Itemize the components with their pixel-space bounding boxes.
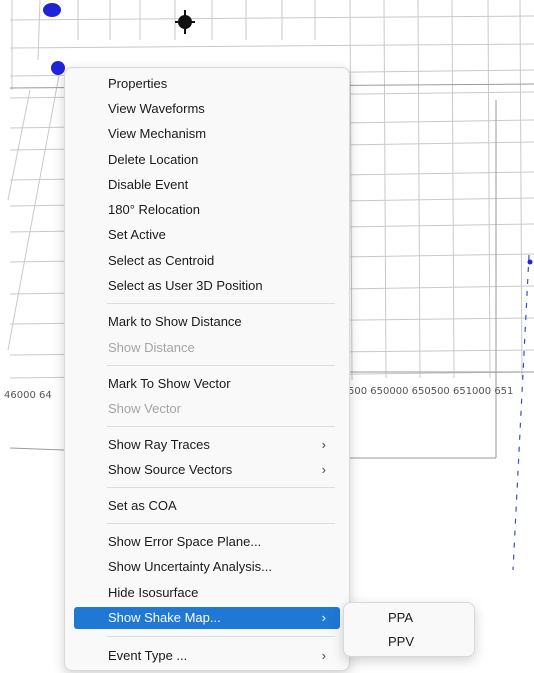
menu-item-show-distance: Show Distance xyxy=(74,336,340,360)
menu-item-delete-location[interactable]: Delete Location xyxy=(74,148,340,172)
menu-item-select-as-centroid[interactable]: Select as Centroid xyxy=(74,249,340,273)
menu-item-event-type[interactable]: Event Type ... › xyxy=(74,644,340,668)
menu-separator xyxy=(107,426,335,427)
menu-item-hide-isosurface[interactable]: Hide Isosurface xyxy=(74,581,340,605)
shake-map-submenu: PPA PPV xyxy=(343,602,475,657)
menu-item-label: Show Source Vectors xyxy=(108,462,233,477)
menu-item-properties[interactable]: Properties xyxy=(74,72,340,96)
menu-item-label: 180° Relocation xyxy=(108,202,200,217)
event-marker-blue[interactable] xyxy=(51,61,65,75)
menu-item-label: Set Active xyxy=(108,227,166,242)
menu-item-label: Show Vector xyxy=(108,401,181,416)
menu-item-set-active[interactable]: Set Active xyxy=(74,223,340,247)
submenu-item-label: PPV xyxy=(388,634,415,649)
dashed-vertical-line xyxy=(512,254,530,571)
submenu-item-label: PPA xyxy=(388,610,414,625)
menu-item-disable-event[interactable]: Disable Event xyxy=(74,173,340,197)
menu-separator xyxy=(107,303,335,304)
menu-item-label: Show Distance xyxy=(108,340,195,355)
menu-item-label: Disable Event xyxy=(108,177,189,192)
menu-item-180-relocation[interactable]: 180° Relocation xyxy=(74,198,340,222)
menu-item-label: Show Ray Traces xyxy=(108,437,210,452)
menu-separator xyxy=(107,523,335,524)
menu-separator xyxy=(107,636,335,637)
context-menu: Properties View Waveforms View Mechanism… xyxy=(64,67,350,671)
chevron-right-icon: › xyxy=(321,462,326,477)
axis-label-right: 500 650000 650500 651000 651 xyxy=(348,386,514,397)
menu-item-label: Show Shake Map... xyxy=(108,610,221,625)
menu-item-label: Delete Location xyxy=(108,152,199,167)
menu-item-label: Show Error Space Plane... xyxy=(108,534,262,549)
menu-item-show-shake-map[interactable]: Show Shake Map... › xyxy=(74,607,340,629)
menu-item-view-mechanism[interactable]: View Mechanism xyxy=(74,122,340,146)
menu-separator xyxy=(107,365,335,366)
menu-item-show-error-space-plane[interactable]: Show Error Space Plane... xyxy=(74,530,340,554)
menu-item-show-ray-traces[interactable]: Show Ray Traces › xyxy=(74,433,340,457)
menu-item-show-uncertainty-analysis[interactable]: Show Uncertainty Analysis... xyxy=(74,555,340,579)
menu-item-label: Select as Centroid xyxy=(108,253,215,268)
submenu-item-ppa[interactable]: PPA xyxy=(350,607,468,629)
menu-item-label: View Mechanism xyxy=(108,126,207,141)
menu-item-mark-to-show-vector[interactable]: Mark To Show Vector xyxy=(74,372,340,396)
menu-item-label: Event Type ... xyxy=(108,648,188,663)
submenu-item-ppv[interactable]: PPV xyxy=(350,631,468,653)
chevron-right-icon: › xyxy=(321,610,326,625)
menu-separator xyxy=(107,487,335,488)
station-marker-icon[interactable] xyxy=(175,10,195,34)
chevron-right-icon: › xyxy=(321,437,326,452)
menu-item-show-source-vectors[interactable]: Show Source Vectors › xyxy=(74,458,340,482)
event-marker-small-right[interactable] xyxy=(527,259,533,265)
menu-item-label: Show Uncertainty Analysis... xyxy=(108,559,273,574)
menu-item-label: Select as User 3D Position xyxy=(108,278,263,293)
menu-item-label: View Waveforms xyxy=(108,101,205,116)
menu-item-label: Set as COA xyxy=(108,498,177,513)
menu-item-view-waveforms[interactable]: View Waveforms xyxy=(74,97,340,121)
menu-item-label: Properties xyxy=(108,76,168,91)
menu-item-label: Mark To Show Vector xyxy=(108,376,231,391)
menu-item-mark-to-show-distance[interactable]: Mark to Show Distance xyxy=(74,310,340,334)
chevron-right-icon: › xyxy=(321,648,326,663)
event-marker-blue-top[interactable] xyxy=(43,3,61,17)
axis-label-left: 46000 64 xyxy=(4,390,52,401)
menu-item-select-as-user-3d-position[interactable]: Select as User 3D Position xyxy=(74,274,340,298)
menu-item-set-as-coa[interactable]: Set as COA xyxy=(74,494,340,518)
menu-item-show-vector: Show Vector xyxy=(74,397,340,421)
menu-item-label: Mark to Show Distance xyxy=(108,314,242,329)
menu-item-label: Hide Isosurface xyxy=(108,585,199,600)
